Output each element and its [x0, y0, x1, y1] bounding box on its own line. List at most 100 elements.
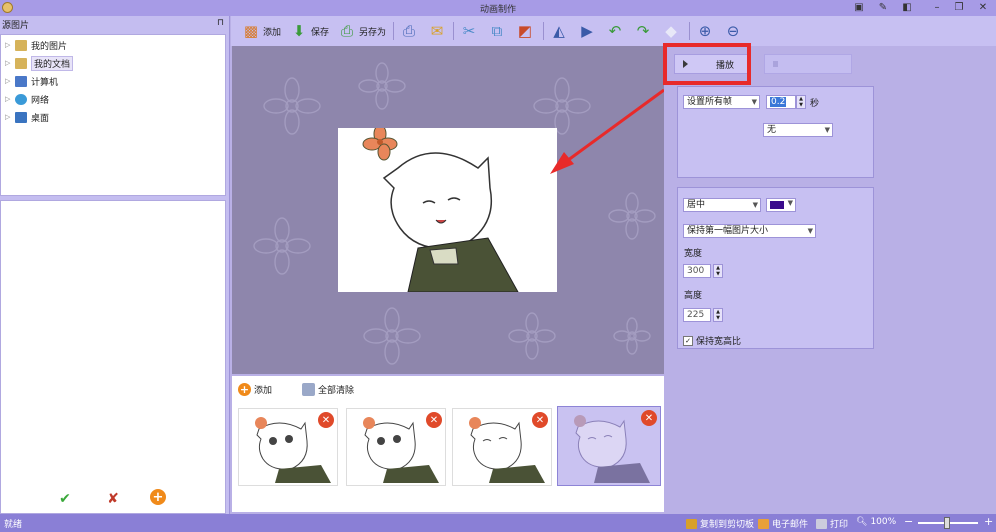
- width-spinner[interactable]: ▲ ▼: [713, 264, 723, 278]
- toolbar-separator: [393, 22, 394, 40]
- close-button[interactable]: ✕: [974, 1, 992, 14]
- width-label: 宽度: [684, 249, 703, 259]
- tree-item-my-pictures[interactable]: ▷ 我的图片: [5, 37, 67, 53]
- tree-item-my-documents[interactable]: ▷ 我的文档: [5, 55, 74, 71]
- save-as-button[interactable]: ⎙ 另存为: [337, 20, 386, 42]
- frame-delay-value: 0.2: [770, 97, 787, 107]
- email-status-button[interactable]: 电子邮件: [758, 517, 808, 530]
- alignment-value: 居中: [687, 200, 706, 210]
- frame-thumbnail[interactable]: ✕: [238, 408, 338, 486]
- expand-arrow-icon[interactable]: ▷: [5, 41, 15, 49]
- frame-thumbnail[interactable]: ✕: [346, 408, 446, 486]
- add-button[interactable]: ▩ 添加: [241, 20, 281, 42]
- copy-button[interactable]: ⧉: [487, 20, 507, 42]
- toolbar: ▩ 添加 ⬇ 保存 ⎙ 另存为 ⎙ ✉ ✂ ⧉ ◩ ◭ ▶ ↶ ↷ ◆ ⊕ ⊖: [231, 16, 996, 46]
- add-icon: +: [238, 383, 251, 396]
- filmstrip-add-button[interactable]: + 添加: [238, 383, 272, 396]
- frame-delay-spinner[interactable]: ▲ ▼: [796, 95, 806, 109]
- zoom-slider-thumb[interactable]: [944, 517, 950, 529]
- dropdown-arrow-icon: ▼: [752, 201, 758, 209]
- zoom-out-button[interactable]: ⊖: [723, 20, 743, 42]
- alignment-select[interactable]: 居中 ▼: [683, 198, 761, 212]
- background-color-picker[interactable]: ▼: [766, 198, 796, 212]
- height-spinner[interactable]: ▲ ▼: [713, 308, 723, 322]
- print-icon: ⎙: [402, 22, 415, 40]
- size-mode-value: 保持第一幅图片大小: [687, 226, 769, 236]
- flip-horizontal-button[interactable]: ◭: [549, 20, 569, 42]
- size-mode-select[interactable]: 保持第一幅图片大小 ▼: [683, 224, 816, 238]
- paste-button[interactable]: ◩: [515, 20, 535, 42]
- window-title: 动画制作: [479, 5, 516, 15]
- dropdown-arrow-icon: ▼: [824, 126, 830, 134]
- email-icon: [758, 518, 769, 529]
- zoom-value: 100%: [870, 517, 897, 527]
- keep-ratio-checkbox[interactable]: ✓ 保持宽高比: [683, 334, 741, 347]
- minimize-button[interactable]: –: [928, 1, 946, 14]
- add-icon[interactable]: +: [150, 489, 166, 505]
- expand-arrow-icon[interactable]: ▷: [5, 113, 15, 121]
- rotate-left-button[interactable]: ↶: [605, 20, 625, 42]
- transition-select[interactable]: 无 ▼: [763, 123, 833, 137]
- eraser-icon: ◆: [665, 22, 677, 40]
- width-value: 300: [687, 266, 705, 276]
- zoom-indicator: 🔍︎ 100%: [856, 517, 896, 527]
- print-label: 打印: [830, 520, 849, 530]
- frame-thumbnail[interactable]: ✕: [452, 408, 552, 486]
- zoom-out-icon[interactable]: −: [904, 515, 913, 528]
- remove-frame-icon[interactable]: ✕: [532, 412, 548, 428]
- file-list-pane[interactable]: [0, 200, 226, 514]
- remove-frame-icon[interactable]: ✕: [426, 412, 442, 428]
- flip-vertical-button[interactable]: ▶: [577, 20, 597, 42]
- annotation-arrow: [550, 88, 665, 174]
- height-label: 高度: [684, 291, 703, 301]
- magnifier-icon: 🔍︎: [856, 517, 868, 527]
- tree-item-desktop[interactable]: ▷ 桌面: [5, 109, 49, 125]
- check-icon[interactable]: ✔: [56, 490, 74, 508]
- clear-all-button[interactable]: 全部清除: [302, 383, 354, 396]
- print-status-button[interactable]: 打印: [816, 517, 848, 530]
- filmstrip-add-label: 添加: [254, 386, 273, 396]
- pen-icon[interactable]: ✎: [874, 1, 892, 14]
- width-input[interactable]: 300: [683, 264, 711, 278]
- zoom-in-button[interactable]: ⊕: [695, 20, 715, 42]
- remove-frame-icon[interactable]: ✕: [641, 410, 657, 426]
- restore-button[interactable]: ❐: [950, 1, 968, 14]
- frames-scope-select[interactable]: 设置所有帧 ▼: [683, 95, 760, 109]
- rotate-right-button[interactable]: ↷: [633, 20, 653, 42]
- zoom-in-icon[interactable]: +: [984, 515, 993, 528]
- height-input[interactable]: 225: [683, 308, 711, 322]
- add-image-icon: ▩: [243, 22, 259, 40]
- tree-item-network[interactable]: ▷ 网络: [5, 91, 49, 107]
- copy-to-clipboard-button[interactable]: 复制到剪切板: [686, 517, 754, 530]
- copy-icon: ⧉: [491, 22, 503, 40]
- animation-canvas: [338, 124, 557, 293]
- computer-icon: [15, 75, 27, 87]
- transition-value: 无: [767, 125, 777, 135]
- expand-arrow-icon[interactable]: ▷: [5, 59, 15, 67]
- expand-arrow-icon[interactable]: ▷: [5, 77, 15, 85]
- print-icon: [816, 518, 827, 529]
- add-button-label: 添加: [263, 27, 282, 38]
- print-button[interactable]: ⎙: [399, 20, 419, 42]
- help-icon[interactable]: ◧: [898, 1, 916, 14]
- frame-thumbnail-selected[interactable]: ✕: [557, 406, 661, 486]
- source-header-label: 源图片: [2, 21, 30, 31]
- tree-item-computer[interactable]: ▷ 计算机: [5, 73, 58, 89]
- frame-delay-input[interactable]: 0.2: [766, 95, 796, 109]
- remove-frame-icon[interactable]: ✕: [318, 412, 334, 428]
- skin-icon[interactable]: ▣: [850, 1, 868, 14]
- seconds-label: 秒: [810, 99, 820, 109]
- pin-icon[interactable]: ⊓: [217, 18, 224, 28]
- toolbar-separator: [689, 22, 690, 40]
- expand-arrow-icon[interactable]: ▷: [5, 95, 15, 103]
- cut-button[interactable]: ✂: [459, 20, 479, 42]
- desktop-icon: [15, 111, 27, 123]
- dropdown-arrow-icon: ▼: [807, 227, 813, 235]
- uncheck-icon[interactable]: ✘: [104, 490, 122, 508]
- filmstrip-toolbar: + 添加 全部清除: [232, 376, 664, 404]
- frames-scope-value: 设置所有帧: [687, 97, 733, 107]
- save-button[interactable]: ⬇ 保存: [289, 20, 329, 42]
- email-icon: ✉: [430, 22, 444, 40]
- email-button[interactable]: ✉: [427, 20, 447, 42]
- eraser-button[interactable]: ◆: [661, 20, 681, 42]
